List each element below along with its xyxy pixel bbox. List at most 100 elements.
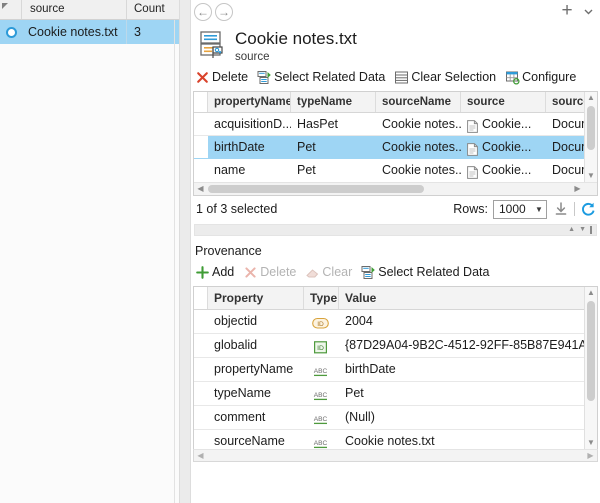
download-icon[interactable] (553, 201, 569, 217)
row-selector-cell[interactable] (194, 159, 208, 181)
grid-column-sourcename[interactable]: sourceName (376, 92, 461, 112)
provenance-delete-label: Delete (260, 265, 296, 280)
refresh-icon[interactable] (580, 201, 596, 217)
add-icon[interactable]: + (558, 2, 576, 20)
list-item[interactable]: sourceName ABC Cookie notes.txt (194, 430, 597, 449)
related-records-grid: propertyName typeName sourceName source … (193, 91, 598, 196)
grid-column-source[interactable]: source (461, 92, 546, 112)
entity-subtitle: source (235, 49, 357, 64)
source-document-icon (195, 28, 229, 62)
collapse-up-icon[interactable]: ▲ (568, 225, 575, 235)
application-window: source Count Cookie notes.txt 3 ← → + (0, 0, 600, 503)
provenance-column-type[interactable]: Type (304, 287, 339, 309)
scroll-up-icon[interactable]: ▲ (585, 287, 597, 299)
cell-source-text: Cookie... (482, 136, 531, 158)
row-selector-cell[interactable] (194, 136, 208, 158)
abc-type-icon: ABC (312, 435, 329, 448)
radio-button-icon[interactable] (6, 27, 17, 38)
provenance-column-property[interactable]: Property (208, 287, 304, 309)
source-list-column-divider (174, 20, 175, 503)
column-header-count[interactable]: Count (127, 0, 179, 19)
delete-x-icon (243, 265, 258, 280)
arrow-left-icon[interactable]: ← (194, 3, 212, 21)
abc-type-icon: ABC (312, 363, 329, 376)
provenance-clear-label: Clear (322, 265, 352, 280)
configure-icon (505, 70, 520, 85)
splitter-handles[interactable]: ▲ ▼ (568, 225, 592, 235)
scroll-up-icon[interactable]: ▲ (585, 92, 597, 104)
provenance-column-value[interactable]: Value (339, 287, 588, 309)
provenance-add-label: Add (212, 265, 234, 280)
provenance-property: globalid (208, 334, 304, 357)
document-icon (467, 141, 478, 154)
row-selector-cell[interactable] (194, 310, 208, 333)
cell-source: Cookie... (461, 136, 546, 158)
row-selector-cell[interactable] (194, 334, 208, 357)
provenance-type: ABC (304, 382, 339, 405)
section-splitter[interactable]: ▲ ▼ (194, 224, 597, 236)
panel-splitter-gutter[interactable] (180, 0, 191, 503)
table-row[interactable]: name Pet Cookie notes... Cookie... Docum (194, 159, 597, 182)
row-selector-cell[interactable] (194, 113, 208, 135)
provenance-select-related-button[interactable]: Select Related Data (361, 265, 489, 280)
provenance-clear-button[interactable]: Clear (305, 265, 352, 280)
row-selector-cell[interactable] (194, 406, 208, 429)
scrollbar-thumb[interactable] (587, 301, 595, 401)
select-all-corner[interactable] (0, 0, 22, 19)
chevron-down-icon[interactable]: ▼ (532, 205, 546, 214)
row-selector-cell[interactable] (194, 382, 208, 405)
scrollbar-thumb[interactable] (587, 106, 595, 150)
source-list-row[interactable]: Cookie notes.txt 3 (0, 20, 179, 44)
delete-x-icon (195, 70, 210, 85)
source-list-panel: source Count Cookie notes.txt 3 (0, 0, 180, 503)
grid-column-typename[interactable]: typeName (291, 92, 376, 112)
list-item[interactable]: comment ABC (Null) (194, 406, 597, 430)
column-header-source[interactable]: source (22, 0, 127, 19)
scroll-down-icon[interactable]: ▼ (585, 170, 597, 182)
provenance-property: objectid (208, 310, 304, 333)
table-row[interactable]: birthDate Pet Cookie notes... Cookie... … (194, 136, 597, 159)
grid-select-all-cell[interactable] (194, 92, 208, 112)
clear-selection-button[interactable]: Clear Selection (394, 70, 496, 85)
hscrollbar-thumb[interactable] (208, 185, 424, 193)
cell-source: Cookie... (461, 113, 546, 135)
configure-button[interactable]: Configure (505, 70, 576, 85)
list-item[interactable]: objectid ID 2004 (194, 310, 597, 334)
grid-horizontal-scrollbar[interactable]: ◀ ▶ (194, 182, 597, 195)
list-item[interactable]: globalid ID {87D29A04-9B2C-4512-92FF-85B… (194, 334, 597, 358)
rows-label: Rows: (453, 202, 488, 216)
clear-selection-icon (394, 70, 409, 85)
arrow-right-icon[interactable]: → (215, 3, 233, 21)
table-row[interactable]: acquisitionD... HasPet Cookie notes... C… (194, 113, 597, 136)
row-selector-cell[interactable] (194, 430, 208, 449)
delete-button[interactable]: Delete (195, 70, 248, 85)
list-item[interactable]: propertyName ABC birthDate (194, 358, 597, 382)
grid-column-propertyname[interactable]: propertyName (208, 92, 291, 112)
collapse-down-icon[interactable]: ▼ (579, 225, 586, 235)
scroll-right-icon[interactable]: ▶ (571, 183, 584, 195)
scroll-right-icon[interactable]: ▶ (584, 450, 597, 461)
grid-vertical-scrollbar[interactable]: ▲ ▼ (584, 92, 597, 182)
provenance-add-button[interactable]: Add (195, 265, 234, 280)
provenance-select-all-cell[interactable] (194, 287, 208, 309)
row-selector-cell[interactable] (194, 358, 208, 381)
provenance-horizontal-scrollbar[interactable]: ◀ ▶ (193, 449, 598, 462)
scroll-down-icon[interactable]: ▼ (585, 437, 597, 449)
scroll-left-icon[interactable]: ◀ (194, 450, 207, 461)
cell-propertyname: name (208, 159, 291, 181)
list-item[interactable]: typeName ABC Pet (194, 382, 597, 406)
chevron-down-icon[interactable] (582, 5, 595, 18)
provenance-select-related-label: Select Related Data (378, 265, 489, 280)
entity-text-block: Cookie notes.txt source (235, 28, 357, 64)
scroll-left-icon[interactable]: ◀ (194, 183, 207, 195)
row-radio-cell[interactable] (0, 27, 22, 38)
cell-propertyname: acquisitionD... (208, 113, 291, 135)
provenance-delete-button[interactable]: Delete (243, 265, 296, 280)
svg-text:ABC: ABC (314, 368, 328, 375)
splitter-grip-icon[interactable] (590, 226, 592, 234)
select-related-data-button[interactable]: Select Related Data (257, 70, 385, 85)
rows-count-value: 1000 (499, 202, 532, 216)
provenance-vertical-scrollbar[interactable]: ▲ ▼ (584, 287, 597, 449)
rows-count-dropdown[interactable]: 1000 ▼ (493, 200, 547, 219)
clear-selection-label: Clear Selection (411, 70, 496, 85)
